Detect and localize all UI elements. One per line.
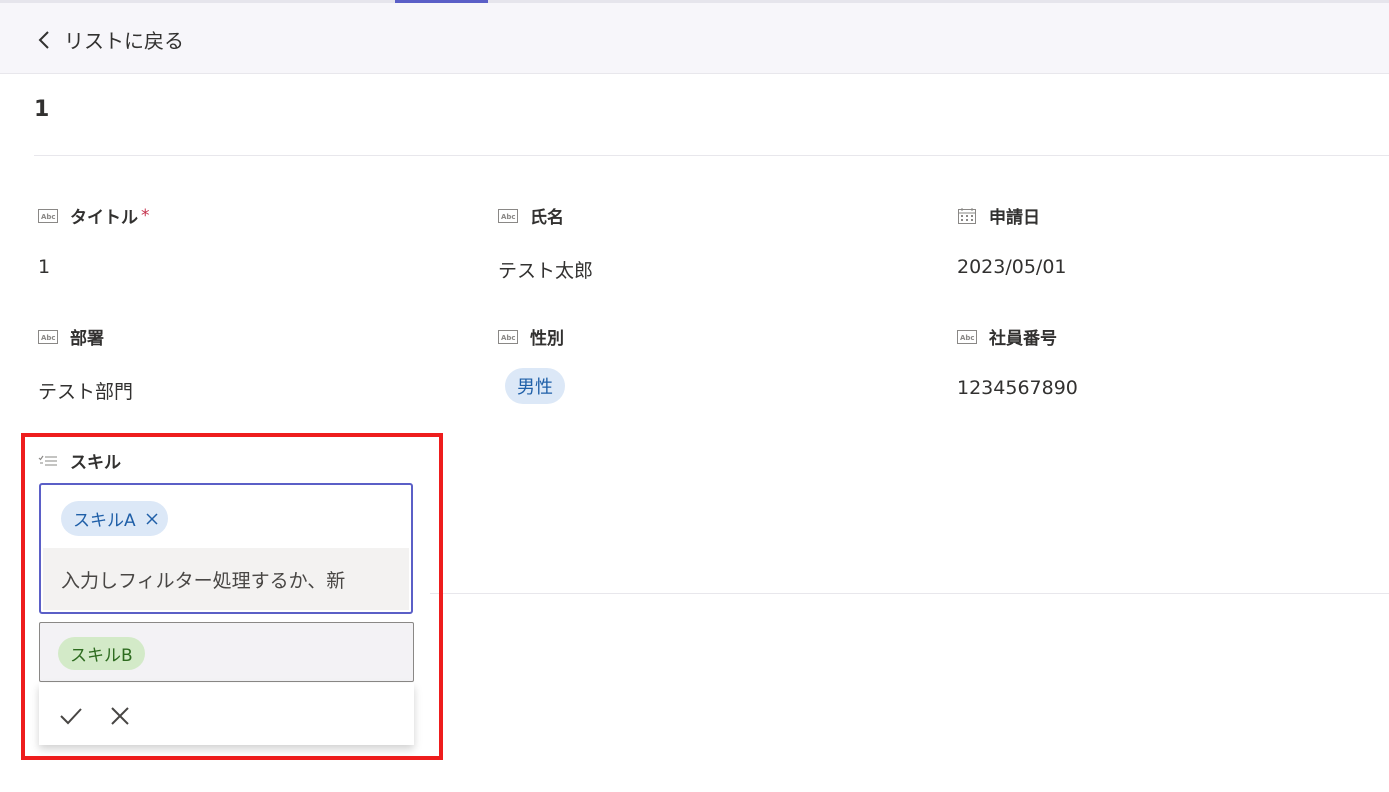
- divider: [34, 155, 1389, 156]
- field-value[interactable]: テスト部門: [38, 377, 133, 404]
- selected-chip: スキルA: [61, 501, 168, 536]
- svg-text:Abc: Abc: [501, 213, 516, 221]
- field-label: タイトル: [70, 208, 138, 228]
- field-value[interactable]: 1: [38, 256, 150, 278]
- field-value[interactable]: テスト太郎: [498, 256, 593, 283]
- field-name: Abc 氏名 テスト太郎: [498, 203, 593, 283]
- divider: [430, 593, 1389, 594]
- cancel-button[interactable]: [105, 701, 135, 731]
- chevron-left-icon: [38, 30, 49, 49]
- field-gender: Abc 性別: [498, 324, 564, 349]
- text-field-icon: Abc: [38, 329, 58, 344]
- field-title: Abc タイトル * 1: [38, 203, 150, 278]
- field-label: 性別: [530, 329, 564, 349]
- gender-value-chip[interactable]: 男性: [505, 368, 565, 404]
- multi-choice-icon: [38, 454, 58, 468]
- text-field-icon: Abc: [957, 329, 977, 344]
- field-department: Abc 部署 テスト部門: [38, 324, 133, 404]
- skill-combobox[interactable]: スキルA 入力しフィルター処理するか、新: [39, 483, 413, 614]
- checkmark-icon: [60, 708, 82, 725]
- search-placeholder: 入力しフィルター処理するか、新: [61, 569, 346, 592]
- field-value[interactable]: 2023/05/01: [957, 256, 1067, 278]
- svg-text:Abc: Abc: [501, 334, 516, 342]
- back-to-list-label: リストに戻る: [64, 29, 184, 53]
- field-employee-no: Abc 社員番号 1234567890: [957, 324, 1078, 399]
- remove-chip-button[interactable]: [146, 512, 158, 525]
- field-label: スキル: [70, 453, 121, 473]
- option-chip: スキルB: [58, 637, 145, 670]
- header-bar: リストに戻る: [0, 3, 1389, 74]
- confirm-button[interactable]: [56, 701, 86, 731]
- field-label: 部署: [70, 329, 104, 349]
- chip-label: スキルA: [73, 511, 136, 531]
- field-label: 社員番号: [989, 329, 1057, 349]
- skill-search-input[interactable]: 入力しフィルター処理するか、新: [43, 548, 409, 610]
- back-to-list-button[interactable]: リストに戻る: [38, 25, 184, 54]
- field-label: 氏名: [530, 208, 564, 228]
- text-field-icon: Abc: [38, 208, 58, 223]
- field-label: 申請日: [989, 208, 1040, 228]
- action-bar: [39, 683, 414, 745]
- page-title: 1: [34, 97, 50, 122]
- dropdown-option[interactable]: スキルB: [39, 622, 414, 682]
- svg-text:Abc: Abc: [41, 334, 56, 342]
- close-icon: [111, 707, 129, 725]
- svg-text:Abc: Abc: [960, 334, 975, 342]
- calendar-icon: [957, 207, 977, 224]
- field-value[interactable]: 1234567890: [957, 377, 1078, 399]
- text-field-icon: Abc: [498, 329, 518, 344]
- close-icon: [146, 512, 158, 525]
- field-skill: スキル: [38, 448, 121, 473]
- field-apply-date: 申請日 2023/05/01: [957, 203, 1067, 278]
- required-mark: *: [141, 205, 150, 226]
- svg-text:Abc: Abc: [41, 213, 56, 221]
- text-field-icon: Abc: [498, 208, 518, 223]
